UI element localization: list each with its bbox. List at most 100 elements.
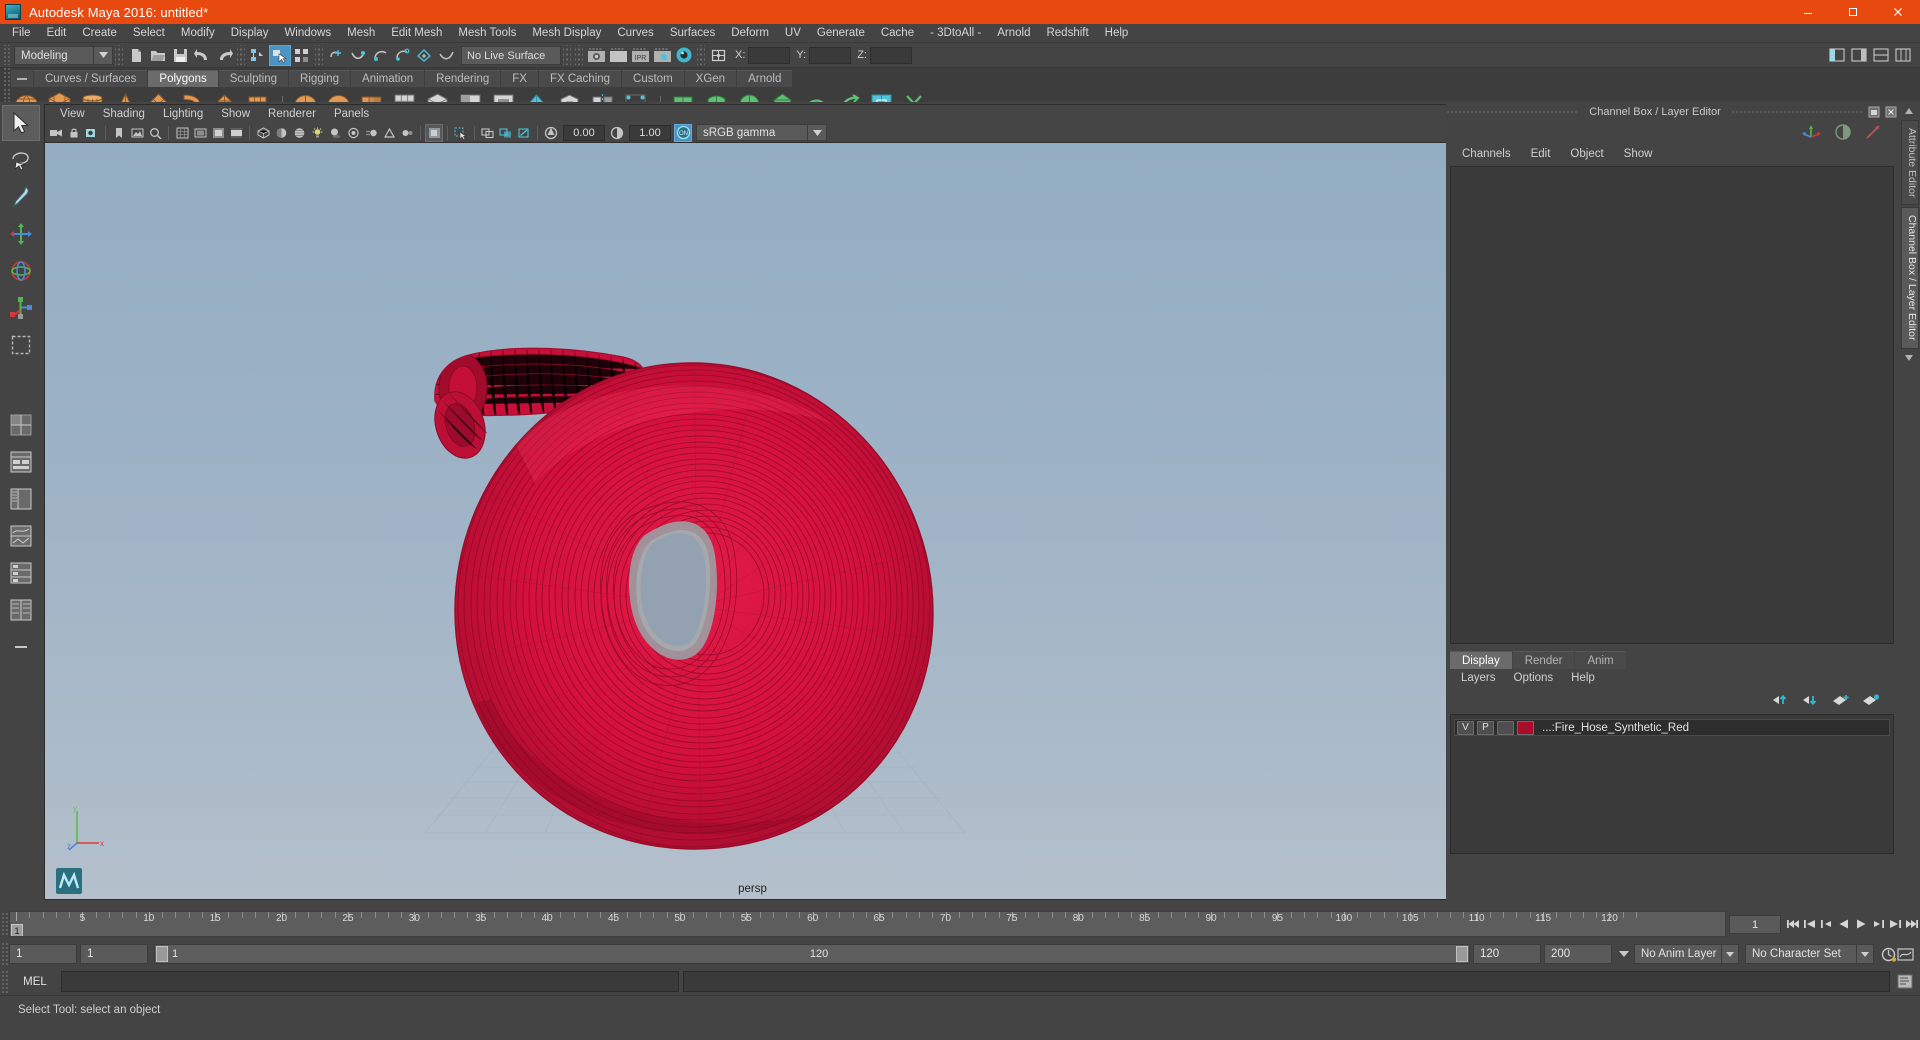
select-tool[interactable]: [2, 105, 40, 141]
move-layer-up-icon[interactable]: [1772, 693, 1790, 707]
shelf-tab-custom[interactable]: Custom: [622, 70, 684, 87]
xray-icon[interactable]: [479, 124, 497, 142]
close-panel-icon[interactable]: [1883, 105, 1898, 119]
shelf-tab-rigging[interactable]: Rigging: [289, 70, 351, 87]
two-d-pan-zoom-icon[interactable]: [146, 124, 164, 142]
layer-color-swatch[interactable]: [1517, 720, 1534, 735]
menu-surfaces[interactable]: Surfaces: [662, 24, 723, 43]
menu-set-selector[interactable]: Modeling: [14, 45, 94, 65]
depth-of-field-icon[interactable]: [398, 124, 416, 142]
multisample-aa-icon[interactable]: [380, 124, 398, 142]
maximize-icon[interactable]: [1830, 0, 1875, 24]
live-surface-field[interactable]: No Live Surface: [461, 45, 561, 65]
time-slider-drag-handle[interactable]: [0, 912, 9, 936]
open-scene-icon[interactable]: [147, 45, 169, 66]
shelf-tab-arnold[interactable]: Arnold: [737, 70, 793, 87]
shelf-tab-curves-surfaces[interactable]: Curves / Surfaces: [34, 70, 148, 87]
menu-file[interactable]: File: [4, 24, 39, 43]
dock-drag-dots[interactable]: [1446, 109, 1580, 115]
viewport-3d-view[interactable]: y x z persp: [45, 143, 1460, 899]
show-hide-modeling-toolkit-icon[interactable]: [1826, 45, 1848, 66]
playback-options-icon[interactable]: [1615, 944, 1632, 964]
outliner-persp-layout[interactable]: [2, 481, 40, 517]
attribute-blend-icon[interactable]: [1834, 123, 1852, 141]
side-tab-attribute-editor[interactable]: Attribute Editor: [1901, 120, 1919, 206]
menu-deform[interactable]: Deform: [723, 24, 777, 43]
render-view-icon[interactable]: [585, 45, 607, 66]
paint-select-tool[interactable]: [2, 179, 40, 215]
menu-3dtoall[interactable]: - 3DtoAll -: [922, 24, 989, 43]
chevron-down-icon[interactable]: [94, 45, 113, 65]
statusline-drag-handle[interactable]: [2, 45, 11, 65]
shelf-tab-xgen[interactable]: XGen: [684, 70, 737, 87]
grid-toggle-icon[interactable]: [173, 124, 191, 142]
range-end-time-field[interactable]: 120: [1473, 944, 1541, 964]
gate-mask-icon[interactable]: [227, 124, 245, 142]
shadows-icon[interactable]: [326, 124, 344, 142]
viewport-menu-shading[interactable]: Shading: [94, 105, 154, 123]
side-tab-channel-box[interactable]: Channel Box / Layer Editor: [1901, 207, 1919, 349]
gamma-field[interactable]: 1.00: [629, 124, 671, 141]
step-forward-frame-icon[interactable]: [1869, 914, 1886, 934]
color-management-on-icon[interactable]: ON: [674, 123, 692, 142]
resolution-gate-icon[interactable]: [209, 124, 227, 142]
range-start-handle[interactable]: [156, 946, 168, 962]
select-hierarchy-icon[interactable]: [247, 45, 269, 66]
select-camera-icon[interactable]: [47, 124, 65, 142]
layer-menu-layers[interactable]: Layers: [1452, 669, 1505, 688]
xray-active-components-icon[interactable]: [515, 124, 533, 142]
range-end-handle[interactable]: [1455, 946, 1468, 962]
xray-joints-icon[interactable]: [497, 124, 515, 142]
snap-projected-center-icon[interactable]: [391, 45, 413, 66]
menu-help[interactable]: Help: [1097, 24, 1137, 43]
chevron-down-icon[interactable]: [1857, 944, 1874, 964]
layer-tab-render[interactable]: Render: [1512, 651, 1575, 669]
undock-icon[interactable]: [1866, 105, 1881, 119]
snap-point-icon[interactable]: [369, 45, 391, 66]
scroll-down-icon[interactable]: [1900, 351, 1918, 365]
go-to-start-icon[interactable]: [1784, 914, 1801, 934]
select-region-icon[interactable]: [452, 124, 470, 142]
minimize-icon[interactable]: [1785, 0, 1830, 24]
image-plane-icon[interactable]: [128, 124, 146, 142]
menu-generate[interactable]: Generate: [809, 24, 873, 43]
persp-hierarchy-layout[interactable]: [2, 592, 40, 628]
step-forward-key-icon[interactable]: [1886, 914, 1903, 934]
layer-tab-anim[interactable]: Anim: [1575, 651, 1626, 669]
film-gate-icon[interactable]: [191, 124, 209, 142]
ipr-render-icon[interactable]: IPR: [629, 45, 651, 66]
viewport-menu-renderer[interactable]: Renderer: [259, 105, 325, 123]
gamma-icon[interactable]: [608, 124, 626, 142]
coordinate-field-y[interactable]: [809, 46, 852, 64]
undo-icon[interactable]: [191, 45, 213, 66]
layer-visibility-toggle[interactable]: V: [1457, 720, 1474, 735]
menu-uv[interactable]: UV: [777, 24, 809, 43]
shelf-tab-fx-caching[interactable]: FX Caching: [538, 70, 622, 87]
layer-menu-options[interactable]: Options: [1505, 669, 1563, 688]
save-scene-icon[interactable]: [169, 45, 191, 66]
four-view-layout[interactable]: [2, 407, 40, 443]
menu-curves[interactable]: Curves: [609, 24, 661, 43]
snap-curve-icon[interactable]: [347, 45, 369, 66]
scroll-up-icon[interactable]: [1900, 104, 1918, 118]
display-layer-list[interactable]: V P ...:Fire_Hose_Synthetic_Red: [1450, 714, 1894, 854]
chevron-down-icon[interactable]: [1722, 944, 1739, 964]
rotate-tool[interactable]: [2, 253, 40, 289]
snap-view-plane-icon[interactable]: [413, 45, 435, 66]
current-frame-field[interactable]: 1: [1729, 914, 1781, 934]
bookmark-icon[interactable]: [110, 124, 128, 142]
show-hide-tool-settings-icon[interactable]: [1870, 45, 1892, 66]
shelf-menu-icon[interactable]: [11, 70, 33, 87]
time-cursor[interactable]: 1: [11, 924, 23, 936]
last-tool-used[interactable]: [2, 327, 40, 363]
go-to-end-icon[interactable]: [1903, 914, 1920, 934]
table-row[interactable]: V P ...:Fire_Hose_Synthetic_Red: [1454, 719, 1890, 736]
camera-attributes-icon[interactable]: [83, 124, 101, 142]
input-output-connections-icon[interactable]: [707, 45, 729, 66]
channel-box-icon[interactable]: [1802, 123, 1822, 141]
render-sequence-icon[interactable]: [607, 45, 629, 66]
coordinate-field-z[interactable]: [869, 46, 912, 64]
redo-icon[interactable]: [213, 45, 235, 66]
wireframe-icon[interactable]: [254, 124, 272, 142]
command-line-drag-handle[interactable]: [0, 969, 9, 994]
